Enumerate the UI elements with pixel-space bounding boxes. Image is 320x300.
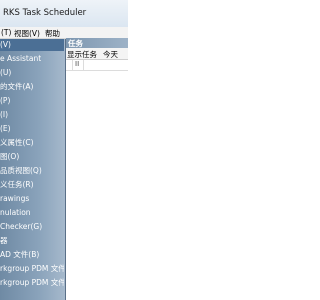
menu-help[interactable]: 帮助 (45, 28, 60, 39)
pane-toolbar: 显示任务 今天 (66, 48, 128, 60)
menu-view[interactable]: 视图(V) (14, 28, 40, 39)
sidebar-item-label: rkgroup PDM 文件 (0, 278, 64, 287)
sidebar-item-custom-task[interactable]: 义任务(R) (0, 179, 64, 191)
sidebar-item-device[interactable]: 器 (0, 235, 64, 247)
sidebar-item-quality-view[interactable]: 品质视图(Q) (0, 165, 64, 177)
blank-area (129, 0, 300, 300)
sidebar-item-label: 的文件(A) (0, 82, 34, 91)
sidebar-item-custom-properties[interactable]: 义属性(C) (0, 137, 64, 149)
sidebar-item-label: rawings (0, 194, 30, 203)
sidebar-item-label: 器 (0, 236, 8, 245)
sidebar-item-label: rkgroup PDM 文件 (0, 264, 64, 273)
sidebar-item-label: AD 文件(B) (0, 250, 40, 259)
sidebar-item-pdm-files-1[interactable]: rkgroup PDM 文件 (0, 263, 64, 275)
window-title: RKS Task Scheduler (3, 8, 87, 18)
sidebar: (V) e Assistant (U) 的文件(A) (P) (I) (E) 义… (0, 39, 66, 300)
sidebar-item-cad-files[interactable]: AD 文件(B) (0, 249, 64, 261)
sidebar-item-e[interactable]: (E) (0, 123, 64, 135)
sidebar-item-label: 图(O) (0, 152, 20, 161)
sidebar-item-assistant[interactable]: e Assistant (0, 53, 64, 65)
list-column[interactable]: II (72, 60, 84, 70)
sidebar-item-label: (U) (0, 68, 12, 77)
sidebar-item-graph[interactable]: 图(O) (0, 151, 64, 163)
sidebar-item-checker[interactable]: Checker(G) (0, 221, 64, 233)
sidebar-item-simulation[interactable]: nulation (0, 207, 64, 219)
title-bar: RKS Task Scheduler (0, 0, 128, 28)
today-button[interactable]: 今天 (103, 49, 118, 60)
sidebar-item-pdm-files-2[interactable]: rkgroup PDM 文件 (0, 277, 64, 289)
sidebar-item-p[interactable]: (P) (0, 95, 64, 107)
sidebar-item-label: (E) (0, 124, 11, 133)
sidebar-item-label: e Assistant (0, 54, 42, 63)
sidebar-item-label: (V) (0, 40, 11, 49)
list-column-header: II (66, 60, 128, 71)
pane-header: 任务 (66, 38, 128, 48)
column-glyph: II (75, 60, 80, 68)
sidebar-item-label: (P) (0, 96, 11, 105)
sidebar-item-view[interactable]: (V) (0, 39, 64, 51)
sidebar-item-label: Checker(G) (0, 222, 43, 231)
sidebar-item-label: (I) (0, 110, 9, 119)
sidebar-item-label: 品质视图(Q) (0, 166, 42, 175)
sidebar-item-label: nulation (0, 208, 31, 217)
sidebar-item-drawings[interactable]: rawings (0, 193, 64, 205)
sidebar-item-label: 义属性(C) (0, 138, 34, 147)
sidebar-item-files[interactable]: 的文件(A) (0, 81, 64, 93)
sidebar-item-i[interactable]: (I) (0, 109, 64, 121)
task-list (66, 71, 128, 300)
sidebar-item-u[interactable]: (U) (0, 67, 64, 79)
menu-tools[interactable]: (T) (1, 28, 11, 37)
show-tasks-button[interactable]: 显示任务 (67, 49, 97, 60)
sidebar-item-label: 义任务(R) (0, 180, 34, 189)
